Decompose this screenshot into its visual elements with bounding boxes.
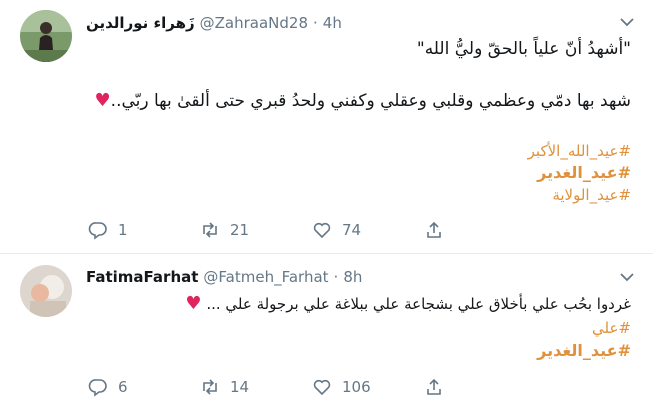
share-button[interactable]	[424, 220, 444, 240]
tweet[interactable]: FatimaFarhat @Fatmeh_Farhat · 8h غردوا ب…	[0, 255, 653, 415]
timestamp[interactable]: 4h	[323, 14, 342, 32]
like-icon	[313, 222, 331, 239]
avatar[interactable]	[20, 10, 72, 62]
share-button[interactable]	[424, 377, 444, 397]
avatar[interactable]	[20, 265, 72, 317]
like-count: 106	[342, 378, 371, 396]
display-name[interactable]: FatimaFarhat	[86, 268, 198, 286]
separator: ·	[333, 268, 339, 286]
retweet-icon	[203, 379, 217, 395]
user-handle[interactable]: @ZahraaNd28	[200, 14, 308, 32]
heart-icon: ♥	[185, 293, 202, 314]
tweet-text: غردوا بحُب علي بأخلاق علي بشجاعة علي ببل…	[206, 295, 631, 313]
reply-button[interactable]: 1	[88, 220, 200, 240]
timestamp[interactable]: 8h	[343, 268, 362, 286]
share-icon	[427, 221, 441, 238]
like-button[interactable]: 106	[312, 377, 424, 397]
tweet[interactable]: زَهراء نورالدين @ZahraaNd28 · 4h "أشهدُ …	[0, 0, 653, 254]
heart-icon: ♥	[94, 90, 111, 111]
tweet-text: شهد بها دمّي وعظمي وقلبي وعقلي وكفني ولح…	[110, 91, 631, 111]
tweet-text-line-2: شهد بها دمّي وعظمي وقلبي وعقلي وكفني ولح…	[95, 90, 631, 112]
hashtag-link[interactable]: #عيد_الغدير	[537, 341, 631, 360]
hashtag-link[interactable]: #علي	[592, 319, 631, 337]
chevron-down-icon[interactable]	[619, 269, 635, 285]
reply-icon	[88, 222, 107, 240]
reply-button[interactable]: 6	[88, 377, 200, 397]
retweet-button[interactable]: 21	[200, 220, 312, 240]
tweet-actions: 6 14 106	[88, 377, 444, 397]
reply-icon	[88, 379, 107, 397]
user-handle[interactable]: @Fatmeh_Farhat	[203, 268, 328, 286]
retweet-button[interactable]: 14	[200, 377, 312, 397]
like-button[interactable]: 74	[312, 220, 424, 240]
tweet-text-line: "أشهدُ أنّ علياً بالحقّ وليُّ الله"	[416, 39, 631, 59]
retweet-icon	[203, 222, 217, 238]
separator: ·	[313, 14, 318, 32]
retweet-count: 14	[230, 378, 250, 396]
like-count: 74	[342, 221, 362, 239]
hashtag-link[interactable]: #عيد_الغدير	[537, 163, 631, 182]
reply-count: 1	[118, 221, 128, 239]
like-icon	[313, 379, 331, 396]
share-icon	[427, 378, 441, 395]
chevron-down-icon[interactable]	[619, 14, 635, 30]
retweet-count: 21	[230, 221, 250, 239]
display-name[interactable]: زَهراء نورالدين	[86, 14, 195, 32]
reply-count: 6	[118, 378, 128, 396]
hashtag-link[interactable]: #عيد_الله_الأكبر	[528, 142, 631, 160]
hashtag-link[interactable]: #عيد_الولاية	[552, 186, 631, 204]
tweet-actions: 1 21 74	[88, 220, 444, 240]
tweet-text-line: غردوا بحُب علي بأخلاق علي بشجاعة علي ببل…	[185, 293, 631, 315]
